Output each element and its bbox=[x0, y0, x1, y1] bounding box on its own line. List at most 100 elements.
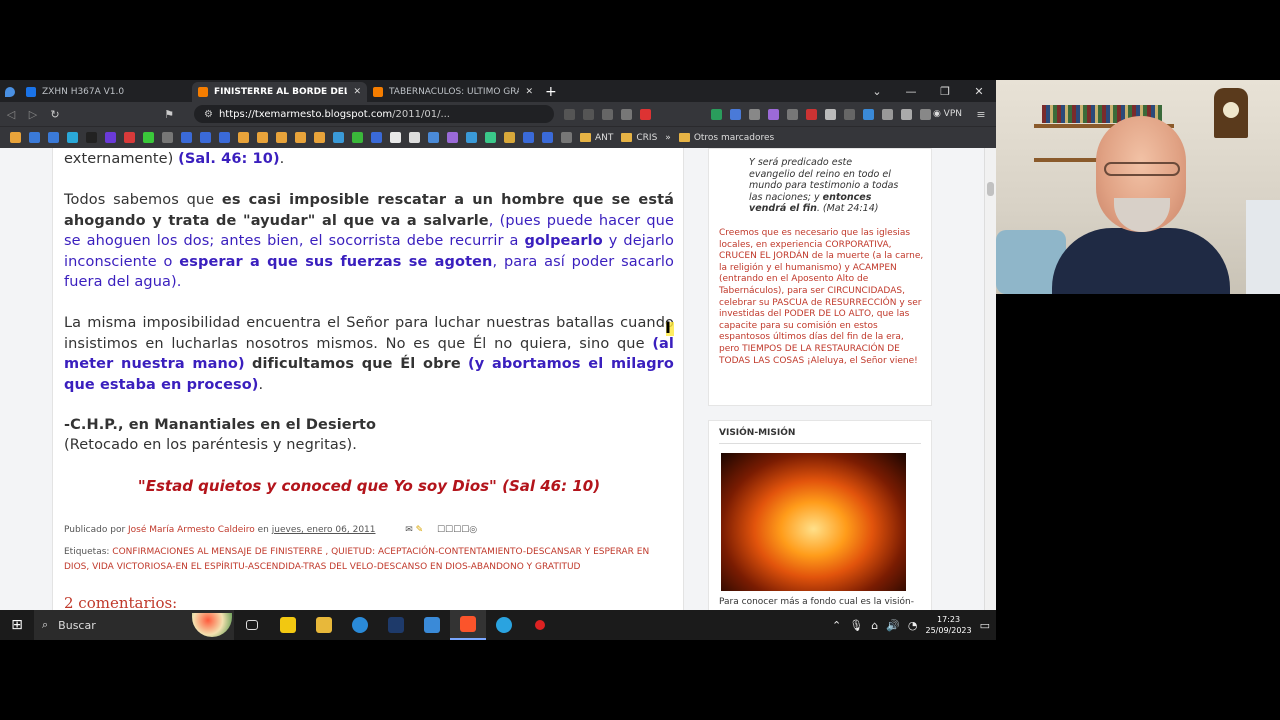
vpn-button[interactable]: ◉ VPN bbox=[933, 109, 962, 119]
file-explorer-icon[interactable] bbox=[306, 610, 342, 640]
bookmark-item[interactable] bbox=[409, 132, 420, 143]
extension-icon[interactable] bbox=[863, 108, 874, 120]
bookmark-item[interactable] bbox=[124, 132, 135, 143]
menu-icon[interactable]: ≡ bbox=[970, 108, 992, 121]
windows-start-icon[interactable]: ⊞ bbox=[0, 617, 34, 633]
bookmark-folder-ant[interactable]: ANT bbox=[580, 133, 613, 143]
comments-heading[interactable]: 2 comentarios: bbox=[64, 594, 177, 610]
edit-pencil-icon[interactable]: ✎ bbox=[416, 525, 424, 535]
bookmark-item[interactable] bbox=[10, 132, 21, 143]
bookmark-item[interactable] bbox=[48, 132, 59, 143]
taskbar-search[interactable]: ⌕ Buscar bbox=[34, 610, 234, 640]
bookmark-item[interactable] bbox=[105, 132, 116, 143]
rss-icon[interactable] bbox=[602, 108, 613, 120]
reader-icon[interactable] bbox=[564, 108, 575, 120]
extension-icon[interactable] bbox=[825, 108, 836, 120]
labels-links[interactable]: CONFIRMACIONES AL MENSAJE DE FINISTERRE … bbox=[64, 547, 649, 572]
bookmark-item[interactable] bbox=[276, 132, 287, 143]
bookmark-item[interactable] bbox=[504, 132, 515, 143]
bookmark-folder-cris[interactable]: CRIS bbox=[621, 133, 657, 143]
volume-icon[interactable]: 🔊 bbox=[886, 619, 900, 632]
bookmark-item[interactable] bbox=[428, 132, 439, 143]
bookmark-item[interactable] bbox=[86, 132, 97, 143]
clock[interactable]: 17:23 25/09/2023 bbox=[925, 614, 971, 636]
brave-icon[interactable] bbox=[450, 610, 486, 640]
other-bookmarks-folder[interactable]: Otros marcadores bbox=[678, 133, 774, 143]
tab-tabernaculos[interactable]: TABERNÁCULOS: ÚLTIMO GRAN AVIV ✕ bbox=[367, 82, 539, 102]
bookmark-item[interactable] bbox=[257, 132, 268, 143]
bookmark-icon[interactable]: ⚑ bbox=[158, 108, 180, 121]
bookmark-item[interactable] bbox=[181, 132, 192, 143]
new-tab-icon[interactable]: + bbox=[539, 82, 563, 102]
tray-chevron-icon[interactable]: ⌃ bbox=[832, 619, 841, 632]
author-link[interactable]: José María Armesto Caldeiro bbox=[128, 525, 255, 535]
close-window-icon[interactable]: ✕ bbox=[962, 85, 996, 98]
extension-icon[interactable] bbox=[768, 108, 779, 120]
extension-icon[interactable] bbox=[787, 108, 798, 120]
share-icon[interactable] bbox=[583, 108, 594, 120]
address-bar[interactable]: ⚙ https://txemarmesto.blogspot.com/2011/… bbox=[194, 105, 554, 123]
reload-icon[interactable]: ↻ bbox=[44, 108, 66, 121]
bookmark-item[interactable] bbox=[219, 132, 230, 143]
tab-list-chevron-icon[interactable]: ⌄ bbox=[860, 85, 894, 98]
edge-icon[interactable] bbox=[342, 610, 378, 640]
wifi-icon[interactable]: ◔ bbox=[908, 619, 918, 632]
close-tab-icon[interactable]: ✕ bbox=[353, 87, 361, 97]
wallet-icon[interactable] bbox=[920, 108, 931, 120]
extension-icon[interactable] bbox=[730, 108, 741, 120]
notifications-icon[interactable]: ▭ bbox=[980, 619, 990, 632]
post-date-link[interactable]: jueves, enero 06, 2011 bbox=[272, 525, 376, 535]
fire-image[interactable] bbox=[721, 453, 906, 591]
share-blog-icon[interactable]: ☐ bbox=[445, 525, 453, 535]
bookmark-item[interactable] bbox=[371, 132, 382, 143]
extension-icon[interactable] bbox=[806, 108, 817, 120]
share-twitter-icon[interactable]: ☐ bbox=[453, 525, 461, 535]
more-bookmarks-button[interactable]: » bbox=[665, 133, 671, 143]
minimize-icon[interactable]: — bbox=[894, 85, 928, 98]
extension-icon[interactable] bbox=[711, 108, 722, 120]
bookmark-item[interactable] bbox=[466, 132, 477, 143]
extension-icon[interactable] bbox=[844, 108, 855, 120]
bookmark-item[interactable] bbox=[352, 132, 363, 143]
share-pinterest-icon[interactable]: ◎ bbox=[469, 525, 477, 535]
extension-icon[interactable] bbox=[749, 108, 760, 120]
brave-rewards-icon[interactable] bbox=[640, 108, 651, 120]
bookmark-item[interactable] bbox=[200, 132, 211, 143]
bookmark-item[interactable] bbox=[295, 132, 306, 143]
recorder-icon[interactable] bbox=[522, 610, 558, 640]
bookmark-item[interactable] bbox=[542, 132, 553, 143]
app-icon[interactable] bbox=[414, 610, 450, 640]
bookmark-item[interactable] bbox=[485, 132, 496, 143]
page-scrollbar[interactable] bbox=[984, 148, 996, 610]
share-email-icon[interactable]: ☐ bbox=[437, 525, 445, 535]
bookmark-item[interactable] bbox=[390, 132, 401, 143]
puzzle-icon[interactable] bbox=[882, 108, 893, 120]
tab-menu-icon[interactable] bbox=[0, 82, 20, 102]
telegram-icon[interactable] bbox=[486, 610, 522, 640]
close-tab-icon[interactable]: ✕ bbox=[525, 87, 533, 97]
scrollbar-thumb[interactable] bbox=[987, 182, 994, 196]
bookmark-item[interactable] bbox=[447, 132, 458, 143]
sticky-notes-icon[interactable] bbox=[270, 610, 306, 640]
bookmark-item[interactable] bbox=[238, 132, 249, 143]
sidebar-icon[interactable] bbox=[901, 108, 912, 120]
tab-finisterre[interactable]: FINISTERRE AL BORDE DEL JORD ✕ bbox=[192, 82, 367, 102]
bookmark-item[interactable] bbox=[333, 132, 344, 143]
task-view-icon[interactable] bbox=[234, 610, 270, 640]
bookmark-item[interactable] bbox=[314, 132, 325, 143]
maximize-icon[interactable]: ❐ bbox=[928, 85, 962, 98]
app-icon[interactable] bbox=[378, 610, 414, 640]
bookmark-item[interactable] bbox=[162, 132, 173, 143]
email-post-icon[interactable]: ✉ bbox=[405, 525, 413, 535]
bookmark-item[interactable] bbox=[143, 132, 154, 143]
bookmark-item[interactable] bbox=[561, 132, 572, 143]
network-icon[interactable]: ⌂ bbox=[871, 619, 878, 632]
bookmark-item[interactable] bbox=[67, 132, 78, 143]
microphone-icon[interactable]: 🎙 bbox=[849, 619, 863, 632]
bookmark-item[interactable] bbox=[29, 132, 40, 143]
tab-router[interactable]: ZXHN H367A V1.0 bbox=[20, 82, 192, 102]
site-info-icon[interactable]: ⚙ bbox=[204, 109, 213, 120]
brave-shield-icon[interactable] bbox=[621, 108, 632, 120]
back-icon[interactable]: ◁ bbox=[0, 108, 22, 121]
bookmark-item[interactable] bbox=[523, 132, 534, 143]
